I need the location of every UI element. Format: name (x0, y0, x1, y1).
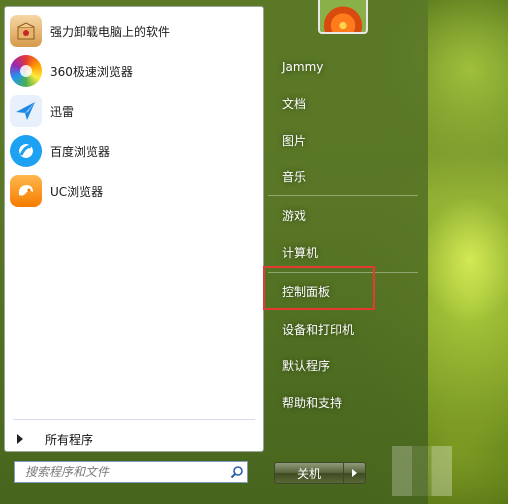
program-item-360-browser[interactable]: 360极速浏览器 (5, 51, 263, 91)
right-item-devices-printers[interactable]: 设备和打印机 (270, 314, 420, 344)
program-item-uninstaller[interactable]: 强力卸载电脑上的软件 (5, 11, 263, 51)
right-item-games[interactable]: 游戏 (270, 200, 420, 230)
right-item-help-support[interactable]: 帮助和支持 (270, 387, 420, 417)
right-item-user[interactable]: Jammy (270, 52, 420, 82)
program-item-xunlei[interactable]: 迅雷 (5, 91, 263, 131)
divider (13, 419, 255, 420)
uninstall-box-icon (10, 15, 42, 47)
all-programs-label: 所有程序 (45, 432, 94, 447)
program-label: 迅雷 (50, 104, 75, 119)
right-item-default-programs[interactable]: 默认程序 (270, 350, 420, 380)
program-item-baidu-browser[interactable]: 百度浏览器 (5, 131, 263, 171)
all-programs-button[interactable]: 所有程序 (13, 427, 253, 451)
right-item-music[interactable]: 音乐 (270, 161, 420, 191)
right-item-pictures[interactable]: 图片 (270, 125, 420, 155)
shutdown-options-button[interactable] (344, 462, 366, 484)
blurred-region (392, 446, 452, 496)
xunlei-bird-icon (10, 95, 42, 127)
arrow-right-icon (17, 434, 23, 444)
search-icon[interactable] (227, 462, 247, 482)
program-list: 强力卸载电脑上的软件 360极速浏览器 迅雷 百度浏览器 UC浏览器 (5, 11, 263, 211)
program-label: 强力卸载电脑上的软件 (50, 24, 171, 39)
start-menu-left-panel: 强力卸载电脑上的软件 360极速浏览器 迅雷 百度浏览器 UC浏览器 所有程序 (4, 6, 264, 452)
search-box[interactable] (14, 461, 248, 483)
search-input[interactable] (23, 464, 227, 480)
user-avatar[interactable] (318, 0, 368, 34)
program-item-uc-browser[interactable]: UC浏览器 (5, 171, 263, 211)
right-item-documents[interactable]: 文档 (270, 88, 420, 118)
arrow-right-icon (352, 469, 357, 477)
divider (268, 195, 418, 196)
program-label: UC浏览器 (50, 184, 104, 199)
uc-browser-icon (10, 175, 42, 207)
360-browser-icon (10, 55, 42, 87)
highlight-box (263, 266, 375, 310)
baidu-browser-icon (10, 135, 42, 167)
program-label: 百度浏览器 (50, 144, 111, 159)
program-label: 360极速浏览器 (50, 64, 133, 79)
right-item-computer[interactable]: 计算机 (270, 237, 420, 267)
shutdown-button[interactable]: 关机 (274, 462, 344, 484)
